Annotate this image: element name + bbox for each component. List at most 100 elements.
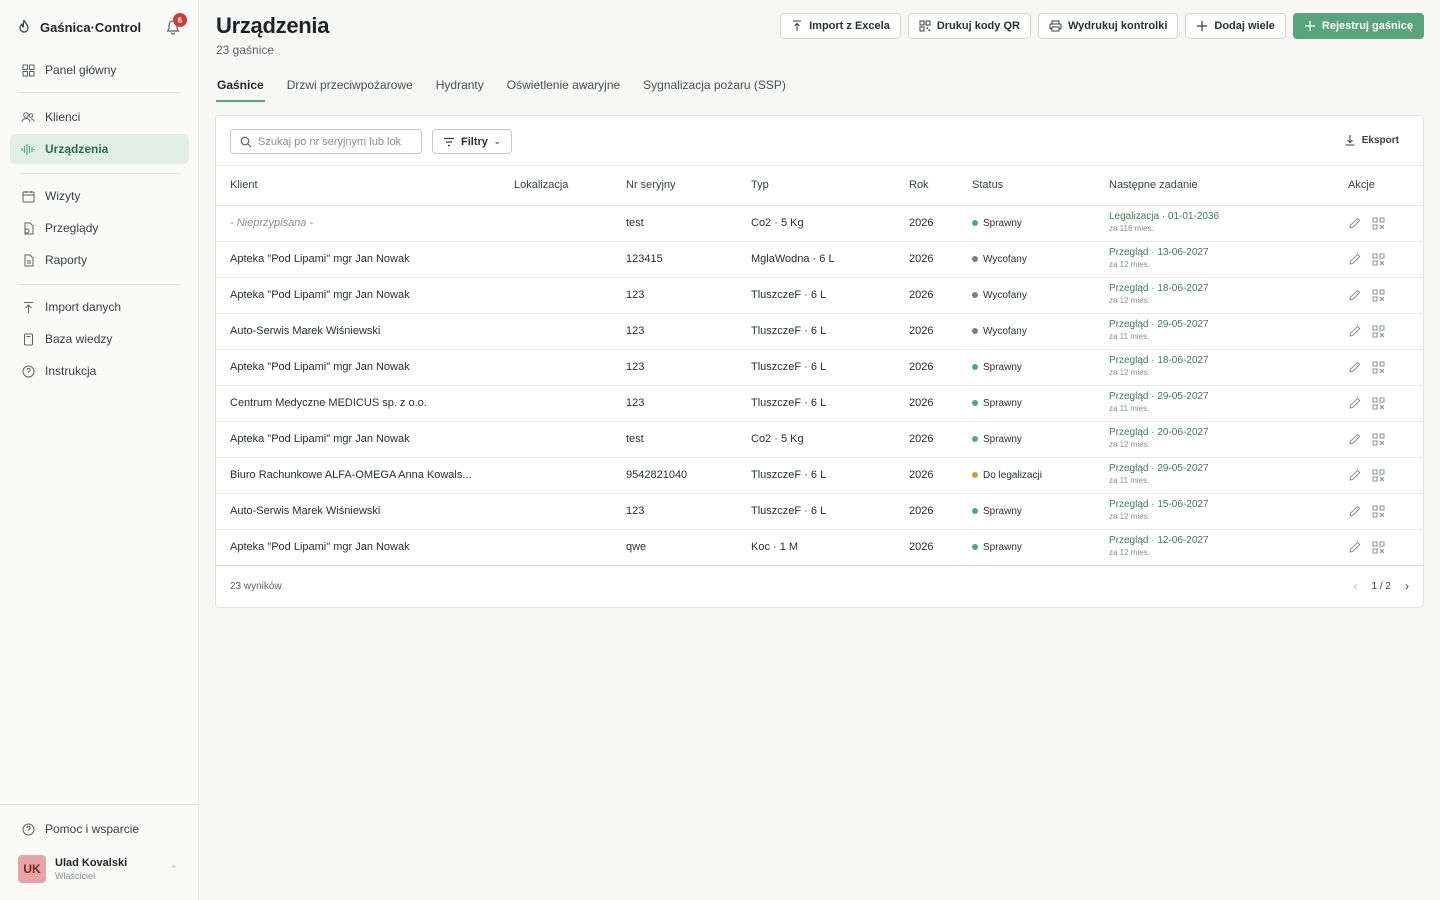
sidebar-item-knowledge-base[interactable]: Baza wiedzy [10, 324, 189, 354]
table-row[interactable]: Apteka "Pod Lipami" mgr Jan Nowak 123 Tlus… [216, 349, 1423, 386]
table-row[interactable]: Apteka "Pod Lipami" mgr Jan Nowak 123 Tlus… [216, 277, 1423, 314]
edit-icon[interactable] [1348, 252, 1362, 266]
export-button[interactable]: Eksport [1344, 134, 1399, 146]
table-row[interactable]: Apteka "Pod Lipami" mgr Jan Nowak qwe Koc … [216, 529, 1423, 566]
register-extinguisher-button[interactable]: Rejestruj gaśnicę [1292, 13, 1424, 39]
column-header[interactable]: Następne zadanie [1109, 166, 1348, 206]
next-task-due: za 11 mies. [1109, 332, 1150, 341]
sidebar-item-label: Urządzenia [45, 142, 109, 156]
table-row[interactable]: Auto-Serwis Marek Wiśniewski 123 TluszczeF… [216, 313, 1423, 350]
filters-button[interactable]: Filtry ⌄ [432, 129, 512, 154]
filter-icon [444, 137, 454, 146]
qr-code-icon[interactable] [1372, 361, 1385, 374]
next-task[interactable]: Przegląd · 13-06-2027 [1109, 247, 1348, 259]
button-label: Eksport [1361, 134, 1399, 146]
edit-icon[interactable] [1348, 360, 1362, 374]
table-row[interactable]: Auto-Serwis Marek Wiśniewski 123 TluszczeF… [216, 493, 1423, 530]
table-row[interactable]: Centrum Medyczne MEDICUS sp. z o.o. 123 Tl… [216, 385, 1423, 422]
sidebar-item-support[interactable]: Pomoc i wsparcie [10, 814, 189, 844]
sidebar-item-manual[interactable]: Instrukcja [10, 356, 189, 386]
column-header[interactable]: Rok [909, 166, 972, 206]
chevron-right-icon[interactable]: › [1405, 579, 1409, 593]
edit-icon[interactable] [1348, 432, 1362, 446]
year-cell: 2026 [909, 253, 934, 265]
type-cell: TluszczeF · 6 L [751, 469, 827, 481]
add-many-button[interactable]: Dodaj wiele [1185, 13, 1286, 39]
qr-code-icon[interactable] [1372, 469, 1385, 482]
table-row[interactable]: Biuro Rachunkowe ALFA-OMEGA Anna Kowals.… [216, 457, 1423, 494]
print-labels-button[interactable]: Wydrukuj kontrolki [1037, 13, 1179, 39]
sidebar-item-reports[interactable]: Raporty [10, 245, 189, 275]
client-cell: Biuro Rachunkowe ALFA-OMEGA Anna Kowals.… [230, 469, 472, 481]
next-task[interactable]: Przegląd · 18-06-2027 [1109, 283, 1348, 295]
print-qr-button[interactable]: Drukuj kody QR [907, 13, 1031, 39]
chevron-up-icon[interactable]: ⌃ [170, 864, 178, 875]
column-header[interactable]: Nr seryjny [626, 166, 751, 206]
next-task[interactable]: Przegląd · 29-05-2027 [1109, 319, 1348, 331]
type-cell: MglaWodna · 6 L [751, 253, 835, 265]
serial-cell: 9542821040 [626, 469, 688, 481]
column-header[interactable]: Typ [751, 166, 909, 206]
next-task[interactable]: Przegląd · 12-06-2027 [1109, 535, 1348, 547]
next-task[interactable]: Przegląd · 20-06-2027 [1109, 427, 1348, 439]
edit-icon[interactable] [1348, 504, 1362, 518]
search-input[interactable] [258, 135, 413, 148]
serial-cell: 123 [626, 325, 645, 337]
tab-hydrants[interactable]: Hydranty [435, 77, 485, 102]
table-row[interactable]: Apteka "Pod Lipami" mgr Jan Nowak 123415 M… [216, 241, 1423, 278]
user-menu[interactable]: UK Ulad Kovalski Właściciel [18, 855, 127, 883]
status-dot [972, 364, 978, 370]
sidebar-item-visits[interactable]: Wizyty [10, 181, 189, 211]
column-header[interactable]: Status [972, 166, 1109, 206]
qr-code-icon[interactable] [1372, 253, 1385, 266]
table-row[interactable]: Apteka "Pod Lipami" mgr Jan Nowak test Co2… [216, 421, 1423, 458]
next-task[interactable]: Przegląd · 15-06-2027 [1109, 499, 1348, 511]
edit-icon[interactable] [1348, 324, 1362, 338]
serial-cell: 123415 [626, 253, 663, 265]
tab-fire-doors[interactable]: Drzwi przeciwpożarowe [286, 77, 414, 102]
next-task-due: za 11 mies. [1109, 404, 1150, 413]
status-dot [972, 544, 978, 550]
status-dot [972, 220, 978, 226]
tab-emergency-lighting[interactable]: Oświetlenie awaryjne [506, 77, 621, 102]
tab-fire-alarm[interactable]: Sygnalizacja pożaru (SSP) [642, 77, 787, 102]
next-task[interactable]: Przegląd · 29-05-2027 [1109, 391, 1348, 403]
notification-badge: 6 [173, 13, 187, 27]
next-task[interactable]: Przegląd · 18-06-2027 [1109, 355, 1348, 367]
next-task[interactable]: Legalizacja · 01-01-2036 [1109, 211, 1348, 223]
button-label: Rejestruj gaśnicę [1321, 20, 1413, 32]
sidebar-item-dashboard[interactable]: Panel główny [10, 55, 189, 85]
search-box[interactable] [230, 129, 422, 154]
edit-icon[interactable] [1348, 468, 1362, 482]
qr-code-icon[interactable] [1372, 397, 1385, 410]
chevron-left-icon[interactable]: ‹ [1354, 579, 1358, 593]
edit-icon[interactable] [1348, 396, 1362, 410]
sidebar-item-clients[interactable]: Klienci [10, 102, 189, 132]
client-cell: Apteka "Pod Lipami" mgr Jan Nowak [230, 289, 410, 301]
divider [20, 173, 181, 174]
edit-icon[interactable] [1348, 540, 1362, 554]
qr-code-icon[interactable] [1372, 217, 1385, 230]
column-header[interactable]: Lokalizacja [514, 166, 626, 206]
qr-code-icon[interactable] [1372, 433, 1385, 446]
book-icon [21, 332, 35, 346]
edit-icon[interactable] [1348, 216, 1362, 230]
app-name: Gaśnica·Control [40, 19, 142, 35]
qr-code-icon[interactable] [1372, 289, 1385, 302]
sidebar-item-inspections[interactable]: Przeglądy [10, 213, 189, 243]
status-badge: Wycofany [972, 254, 1027, 265]
brand[interactable]: Gaśnica·Control [16, 16, 141, 38]
edit-icon[interactable] [1348, 288, 1362, 302]
sidebar-item-devices[interactable]: Urządzenia [10, 134, 189, 164]
tab-extinguishers[interactable]: Gaśnice [216, 77, 265, 102]
table-row[interactable]: - Nieprzypisana - test Co2 · 5 Kg 2026 Spraw… [216, 205, 1423, 242]
qr-code-icon[interactable] [1372, 325, 1385, 338]
column-header[interactable]: Klient [216, 166, 514, 206]
qr-code-icon[interactable] [1372, 541, 1385, 554]
next-task[interactable]: Przegląd · 29-05-2027 [1109, 463, 1348, 475]
plus-icon [1197, 21, 1208, 31]
type-cell: Koc · 1 M [751, 541, 799, 553]
sidebar-item-import[interactable]: Import danych [10, 292, 189, 322]
qr-code-icon[interactable] [1372, 505, 1385, 518]
import-excel-button[interactable]: Import z Excela [780, 13, 901, 39]
